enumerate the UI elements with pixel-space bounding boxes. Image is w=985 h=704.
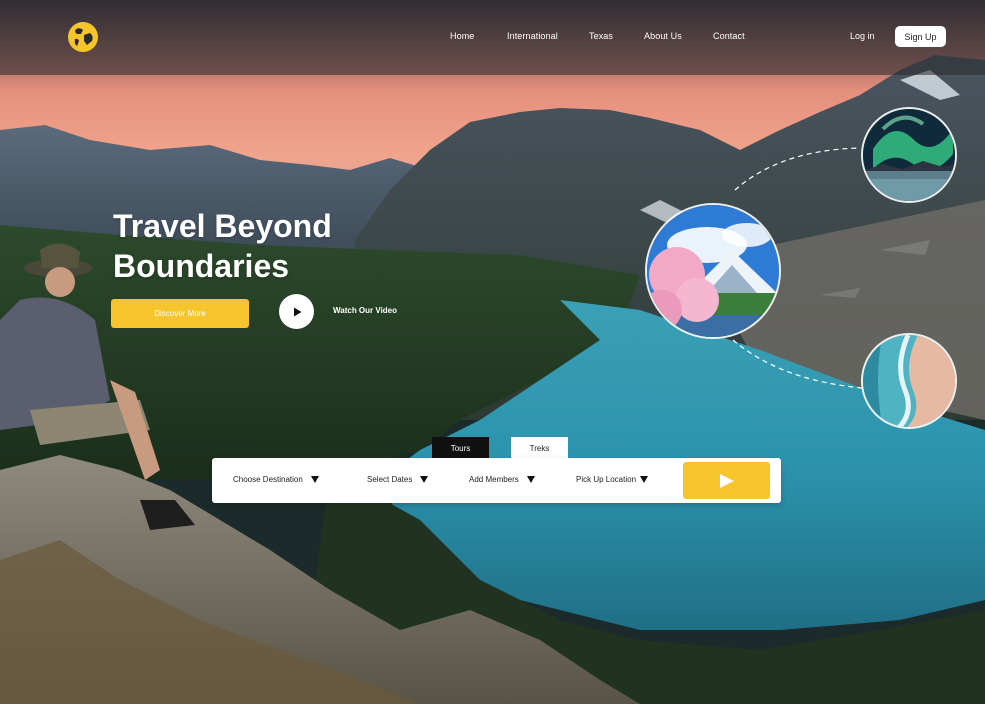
choose-destination-dropdown[interactable]: Choose Destination: [233, 475, 319, 484]
login-link[interactable]: Log in: [850, 31, 875, 41]
globe-icon[interactable]: [67, 21, 99, 53]
tab-tours[interactable]: Tours: [432, 437, 489, 459]
play-icon: [719, 473, 734, 488]
tab-treks[interactable]: Treks: [511, 437, 568, 460]
hero-background: [0, 0, 985, 704]
beach-shore-photo[interactable]: [861, 333, 957, 429]
caret-down-icon: [640, 476, 649, 483]
caret-down-icon: [526, 476, 535, 483]
hero-title: Travel Beyond Boundaries: [113, 206, 433, 286]
discover-more-button[interactable]: Discover More: [111, 299, 249, 328]
cherry-blossom-mountain-photo[interactable]: [645, 203, 781, 339]
add-members-label: Add Members: [469, 475, 519, 484]
caret-down-icon: [310, 476, 319, 483]
aurora-photo[interactable]: [861, 107, 957, 203]
nav-contact[interactable]: Contact: [713, 31, 745, 41]
signup-button[interactable]: Sign Up: [895, 26, 946, 47]
select-dates-label: Select Dates: [367, 475, 413, 484]
nav-texas[interactable]: Texas: [589, 31, 613, 41]
watch-video-link[interactable]: Watch Our Video: [333, 306, 397, 315]
hero-title-line2: Boundaries: [113, 248, 290, 284]
select-dates-dropdown[interactable]: Select Dates: [367, 475, 429, 484]
watch-video-play-button[interactable]: [279, 294, 314, 329]
add-members-dropdown[interactable]: Add Members: [469, 475, 535, 484]
search-bar: Choose Destination Select Dates Add Memb…: [212, 458, 781, 503]
hero-title-line1: Travel Beyond: [113, 208, 332, 244]
caret-down-icon: [420, 476, 429, 483]
choose-destination-label: Choose Destination: [233, 475, 303, 484]
nav-international[interactable]: International: [507, 31, 558, 41]
pick-up-location-dropdown[interactable]: Pick Up Location: [576, 475, 649, 484]
play-icon: [293, 307, 301, 316]
nav-about-us[interactable]: About Us: [644, 31, 682, 41]
top-navbar: Home International Texas About Us Contac…: [0, 0, 985, 75]
nav-home[interactable]: Home: [450, 31, 474, 41]
search-submit-button[interactable]: [683, 462, 770, 499]
pick-up-location-label: Pick Up Location: [576, 475, 637, 484]
